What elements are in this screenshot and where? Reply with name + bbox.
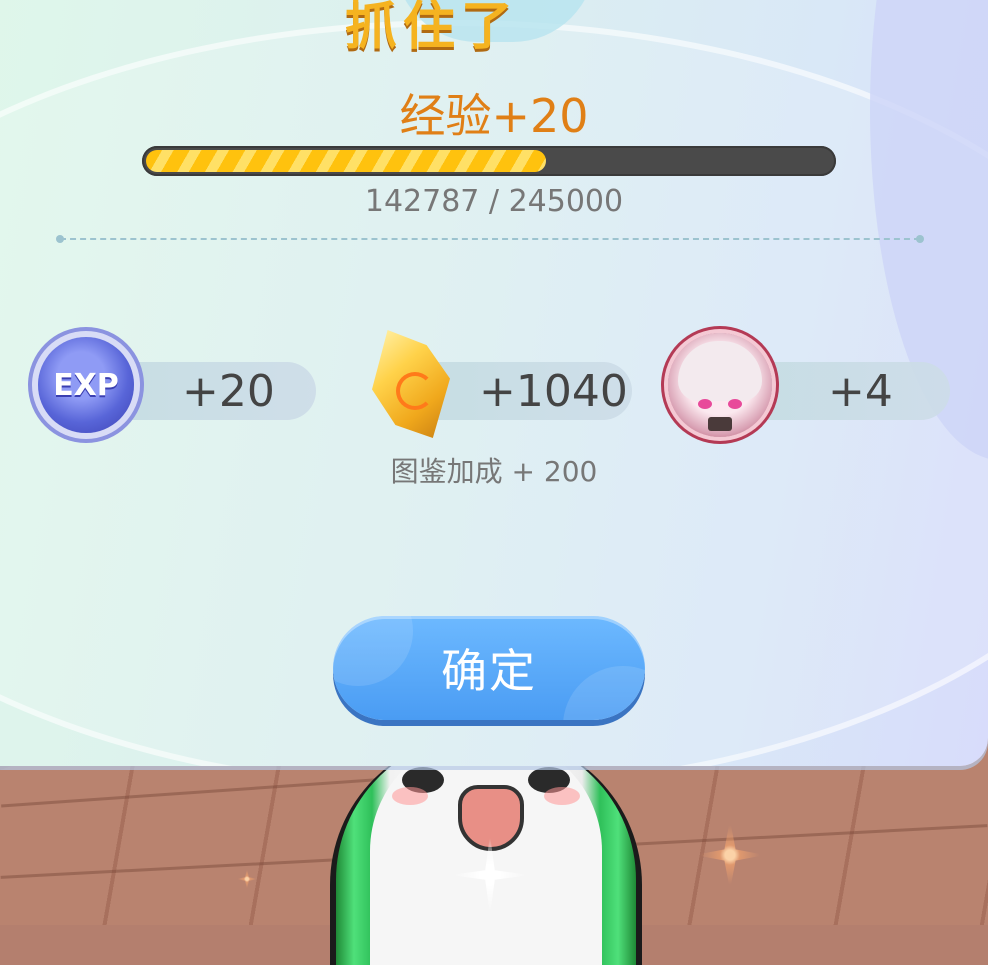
reward-amount: +4 [828,366,893,417]
divider [56,235,924,243]
reward-amount: +20 [182,366,275,417]
exp-icon: EXP [38,337,134,433]
reward-amount: +1040 [479,366,628,417]
exp-progress-fill [146,150,546,172]
exp-progress-text: 142787 / 245000 [364,184,624,219]
collection-bonus-text: 图鉴加成 + 200 [390,455,598,488]
dialog-title: 抓住了 [345,0,520,57]
confirm-button-label: 确定 [441,644,537,698]
character-portrait-icon [668,333,772,437]
exp-gain-label: 经验+20 [399,89,589,143]
confirm-button[interactable]: 确定 [333,616,645,720]
exp-progress-bar [142,146,836,176]
